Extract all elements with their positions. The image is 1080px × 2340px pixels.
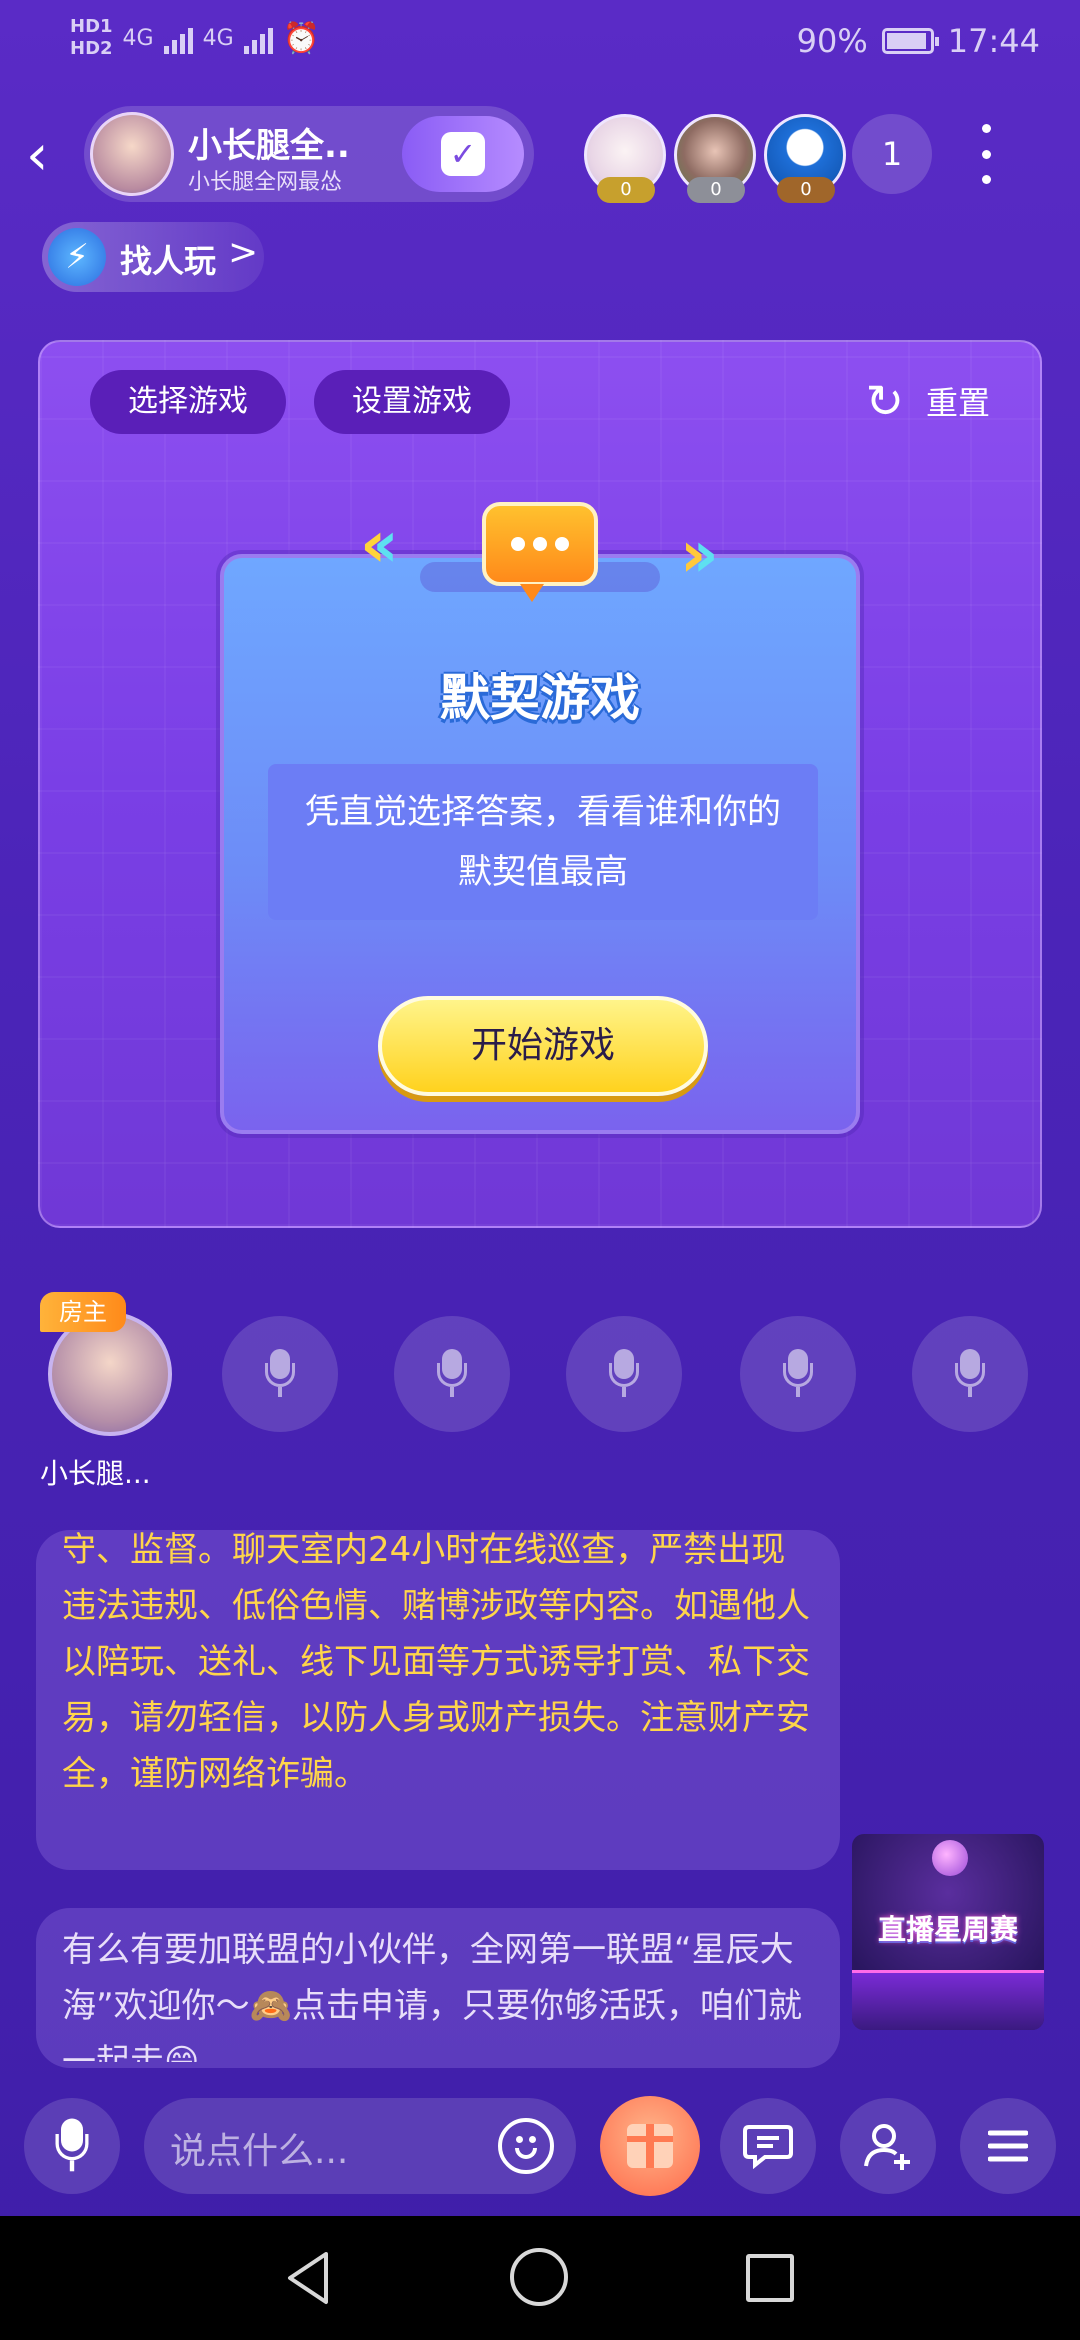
- battery-icon: [881, 28, 939, 54]
- banner-text: 直播星周赛: [877, 1913, 1018, 1946]
- viewer-avatar[interactable]: 0: [674, 114, 756, 203]
- room-info[interactable]: 小长腿全... 小长腿全网最怂 ✓: [84, 106, 534, 202]
- status-left: HD1 HD2 4G 4G ⏰: [70, 16, 320, 60]
- empty-seat[interactable]: [912, 1316, 1028, 1432]
- nav-recents-icon[interactable]: [746, 2254, 794, 2302]
- room-subtitle: 小长腿全网最怂: [188, 170, 343, 195]
- room-title: 小长腿全...: [188, 126, 348, 166]
- system-notice-message: 守、监督。聊天室内24小时在线巡查，严禁出现违法违规、低俗色情、赌博涉政等内容。…: [36, 1530, 840, 1870]
- check-in-button[interactable]: ✓: [402, 116, 524, 192]
- message-button[interactable]: [720, 2098, 816, 2194]
- chat-bubble-icon: [743, 2125, 793, 2169]
- double-chevron-right-icon: ››: [680, 518, 719, 592]
- empty-seat[interactable]: [740, 1316, 856, 1432]
- set-game-button[interactable]: 设置游戏: [314, 370, 510, 434]
- hd2-label: HD2: [70, 38, 113, 59]
- hd-indicator: HD1 HD2: [70, 16, 113, 60]
- microphone-icon: [265, 1349, 295, 1399]
- alarm-icon: ⏰: [282, 20, 320, 56]
- host-name: 小长腿...: [40, 1457, 151, 1490]
- game-card: 默契游戏 凭直觉选择答案，看看谁和你的默契值最高 开始游戏: [220, 554, 860, 1134]
- network-1-label: 4G: [122, 25, 154, 51]
- battery-fill: [886, 33, 927, 49]
- select-game-button[interactable]: 选择游戏: [90, 370, 286, 434]
- microphone-icon: [437, 1349, 467, 1399]
- game-description: 凭直觉选择答案，看看谁和你的默契值最高: [268, 764, 818, 920]
- find-play-label: 找人玩: [120, 242, 217, 280]
- message-input[interactable]: 说点什么...: [144, 2098, 576, 2194]
- reset-label: 重置: [925, 384, 990, 422]
- viewer-avatar[interactable]: 0: [764, 114, 846, 203]
- add-user-icon: [864, 2124, 910, 2170]
- back-icon[interactable]: ‹: [26, 128, 66, 184]
- viewer-score: 0: [597, 177, 655, 203]
- lightning-icon: ⚡: [48, 228, 106, 286]
- chat-message-text: 有么有要加联盟的小伙伴，全网第一联盟“星辰大海”欢迎你～🙈点击申请，只要你够活跃…: [62, 1930, 802, 2062]
- microphone-icon: [609, 1349, 639, 1399]
- game-panel: 选择游戏 设置游戏 ↻ 重置 默契游戏 凭直觉选择答案，看看谁和你的默契值最高 …: [38, 340, 1042, 1228]
- empty-seat[interactable]: [222, 1316, 338, 1432]
- nav-home-icon[interactable]: [510, 2248, 568, 2306]
- network-2-label: 4G: [202, 25, 234, 51]
- reset-button[interactable]: ↻ 重置: [865, 378, 990, 424]
- status-bar: HD1 HD2 4G 4G ⏰ 90% 17:44: [0, 0, 1080, 90]
- refresh-icon: ↻: [865, 374, 904, 428]
- viewer-count-button[interactable]: 1: [852, 114, 932, 194]
- system-notice-text: 守、监督。聊天室内24小时在线巡查，严禁出现违法违规、低俗色情、赌博涉政等内容。…: [62, 1530, 810, 1794]
- system-navigation-bar: [0, 2216, 1080, 2340]
- empty-seat[interactable]: [394, 1316, 510, 1432]
- microphone-icon: [783, 1349, 813, 1399]
- start-game-button[interactable]: 开始游戏: [378, 996, 708, 1096]
- microphone-icon: [955, 1349, 985, 1399]
- more-vertical-icon[interactable]: [976, 124, 996, 184]
- host-badge: 房主: [40, 1292, 126, 1332]
- mic-button[interactable]: [24, 2098, 120, 2194]
- chat-message[interactable]: 有么有要加联盟的小伙伴，全网第一联盟“星辰大海”欢迎你～🙈点击申请，只要你够活跃…: [36, 1908, 840, 2068]
- status-right: 90% 17:44: [797, 22, 1040, 60]
- viewer-avatar[interactable]: 0: [584, 114, 666, 203]
- gift-button[interactable]: [600, 2096, 700, 2196]
- menu-icon: [988, 2130, 1028, 2162]
- viewer-score: 0: [687, 177, 745, 203]
- gift-icon: [627, 2124, 673, 2168]
- game-title: 默契游戏: [440, 669, 640, 727]
- microphone-icon: [55, 2118, 89, 2174]
- find-play-button[interactable]: ⚡ 找人玩 >: [42, 222, 264, 292]
- message-input-placeholder: 说点什么...: [170, 2131, 349, 2172]
- viewer-score: 0: [777, 177, 835, 203]
- smile-icon[interactable]: [498, 2118, 554, 2174]
- disco-ball-icon: [932, 1840, 968, 1876]
- add-user-button[interactable]: [840, 2098, 936, 2194]
- hd1-label: HD1: [70, 16, 113, 37]
- chat-bubble-icon: [482, 502, 598, 602]
- event-banner[interactable]: 直播星周赛: [852, 1834, 1044, 2030]
- signal-2-icon: [243, 22, 273, 54]
- empty-seat[interactable]: [566, 1316, 682, 1432]
- chevron-right-icon: >: [228, 232, 259, 273]
- double-chevron-left-icon: ‹‹: [360, 508, 399, 582]
- check-square-icon: ✓: [441, 132, 485, 176]
- menu-button[interactable]: [960, 2098, 1056, 2194]
- signal-1-icon: [163, 22, 193, 54]
- clock: 17:44: [947, 22, 1040, 60]
- stage-decoration: [852, 1970, 1044, 2030]
- battery-percent: 90%: [796, 22, 868, 60]
- room-avatar[interactable]: [90, 112, 174, 196]
- nav-back-icon[interactable]: [284, 2250, 332, 2306]
